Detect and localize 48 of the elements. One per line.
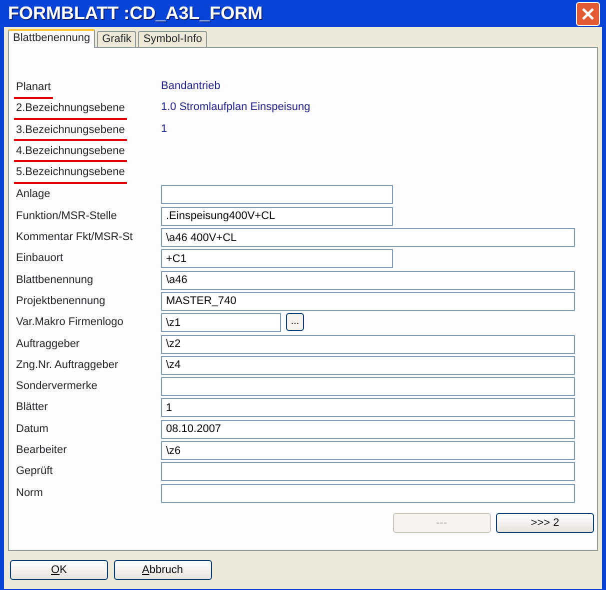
- field-label: Blätter: [15, 400, 49, 416]
- close-button[interactable]: [576, 2, 600, 26]
- field-label: Einbauort: [15, 251, 64, 266]
- input-field[interactable]: \z2: [161, 334, 575, 354]
- dialog-button[interactable]: Abbruch: [114, 560, 212, 580]
- input-field[interactable]: 08.10.2007: [161, 420, 575, 439]
- field-label: Geprüft: [15, 464, 54, 480]
- field-label: Kommentar Fkt/MSR-St: [15, 230, 134, 246]
- input-field[interactable]: \a46: [161, 270, 575, 290]
- input-field[interactable]: \a46 400V+CL: [161, 228, 575, 248]
- field-label: Norm: [15, 486, 44, 501]
- close-icon: [581, 6, 595, 20]
- input-field[interactable]: [161, 462, 575, 482]
- field-label: Bearbeiter: [15, 443, 68, 458]
- input-field[interactable]: [161, 377, 575, 396]
- field-label: Zng.Nr. Auftraggeber: [15, 358, 120, 373]
- field-label: 4.Bezeichnungsebene: [14, 142, 127, 162]
- field-label: 5.Bezeichnungsebene: [14, 164, 127, 184]
- field-label: 2.Bezeichnungsebene: [14, 100, 127, 120]
- field-label: Anlage: [15, 187, 52, 202]
- field-value: Bandantrieb: [161, 79, 220, 94]
- tab[interactable]: Grafik: [97, 31, 136, 47]
- dialog-button[interactable]: OK: [10, 560, 108, 580]
- field-label: 3.Bezeichnungsebene: [14, 122, 127, 142]
- field-label: Blattbenennung: [15, 272, 94, 288]
- input-field[interactable]: +C1: [161, 249, 393, 268]
- input-field[interactable]: 1: [161, 398, 575, 418]
- browse-button[interactable]: ...: [286, 313, 304, 332]
- input-field[interactable]: MASTER_740: [161, 292, 575, 311]
- field-label: Projektbenennung: [15, 294, 106, 309]
- field-label: Auftraggeber: [15, 336, 81, 352]
- field-label: Datum: [15, 422, 50, 437]
- input-field[interactable]: [161, 185, 393, 204]
- window-title: FORMBLATT :CD_A3L_FORM: [8, 2, 263, 25]
- field-value: 1: [161, 122, 168, 137]
- tab[interactable]: Symbol-Info: [138, 31, 208, 47]
- tab[interactable]: Blattbenennung: [8, 29, 96, 48]
- input-field[interactable]: \z6: [161, 441, 575, 460]
- next-page-button[interactable]: >>> 2: [496, 512, 594, 533]
- input-field[interactable]: \z4: [161, 356, 575, 375]
- field-label: Funktion/MSR-Stelle: [15, 208, 118, 224]
- input-field[interactable]: \z1: [161, 313, 281, 332]
- input-field[interactable]: .Einspeisung400V+CL: [161, 206, 393, 226]
- field-label: Sondervermerke: [15, 379, 98, 394]
- field-value: 1.0 Stromlaufplan Einspeisung: [161, 100, 310, 116]
- field-label: Var.Makro Firmenlogo: [15, 315, 124, 330]
- input-field[interactable]: [161, 484, 575, 503]
- field-label: Planart: [14, 79, 53, 98]
